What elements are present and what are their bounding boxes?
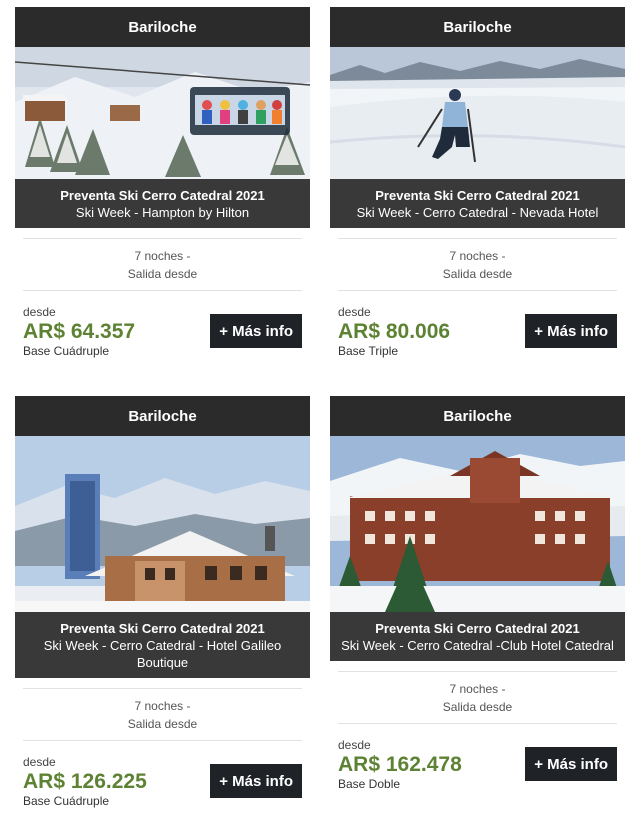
price-box: desde AR$ 162.478 Base Doble + Más info (338, 738, 617, 802)
hotel-building-photo[interactable] (15, 436, 310, 612)
more-info-button[interactable]: + Más info (525, 314, 617, 348)
card-info: 7 noches - Salida desde (23, 688, 302, 741)
card-subtitle: Ski Week - Cerro Catedral -Club Hotel Ca… (341, 638, 614, 653)
card-nights: 7 noches - (134, 699, 191, 713)
card-departure: Salida desde (442, 700, 513, 714)
card-title: Preventa Ski Cerro Catedral 2021 (375, 621, 580, 636)
card-info: 7 noches - Salida desde (23, 238, 302, 291)
more-info-button[interactable]: + Más info (210, 764, 302, 798)
price-box: desde AR$ 80.006 Base Triple + Más info (338, 305, 617, 369)
card-caption: Preventa Ski Cerro Catedral 2021 Ski Wee… (15, 612, 310, 678)
more-info-button[interactable]: + Más info (525, 747, 617, 781)
card-destination: Bariloche (15, 7, 310, 47)
ski-lift-chair-photo[interactable] (15, 47, 310, 179)
card-title: Preventa Ski Cerro Catedral 2021 (60, 188, 265, 203)
package-card-nevada: Bariloche Preventa Ski Cerro Catedral 20… (330, 7, 625, 369)
card-caption: Preventa Ski Cerro Catedral 2021 Ski Wee… (330, 612, 625, 661)
card-departure: Salida desde (127, 717, 198, 731)
card-nights: 7 noches - (449, 249, 506, 263)
card-info: 7 noches - Salida desde (338, 671, 617, 724)
skier-slope-photo[interactable] (330, 47, 625, 179)
card-nights: 7 noches - (134, 249, 191, 263)
price-box: desde AR$ 64.357 Base Cuádruple + Más in… (23, 305, 302, 369)
card-subtitle: Ski Week - Hampton by Hilton (75, 205, 250, 220)
card-departure: Salida desde (442, 267, 513, 281)
card-subtitle: Ski Week - Cerro Catedral - Hotel Galile… (43, 638, 282, 670)
card-subtitle: Ski Week - Cerro Catedral - Nevada Hotel (356, 205, 599, 220)
package-card-club-hotel: Bariloche Preventa Ski Cerro Catedral 20… (330, 396, 625, 802)
package-card-galileo: Bariloche Preventa Ski Cerro Catedral 20… (15, 396, 310, 819)
card-departure: Salida desde (127, 267, 198, 281)
card-info: 7 noches - Salida desde (338, 238, 617, 291)
card-caption: Preventa Ski Cerro Catedral 2021 Ski Wee… (15, 179, 310, 228)
card-nights: 7 noches - (449, 682, 506, 696)
card-caption: Preventa Ski Cerro Catedral 2021 Ski Wee… (330, 179, 625, 228)
card-destination: Bariloche (15, 396, 310, 436)
snow-hotel-photo[interactable] (330, 436, 625, 612)
package-card-hampton: Bariloche Preventa Ski Cerro Catedral 20… (15, 7, 310, 369)
card-title: Preventa Ski Cerro Catedral 2021 (375, 188, 580, 203)
more-info-button[interactable]: + Más info (210, 314, 302, 348)
card-title: Preventa Ski Cerro Catedral 2021 (60, 621, 265, 636)
card-destination: Bariloche (330, 7, 625, 47)
card-destination: Bariloche (330, 396, 625, 436)
price-box: desde AR$ 126.225 Base Cuádruple + Más i… (23, 755, 302, 819)
